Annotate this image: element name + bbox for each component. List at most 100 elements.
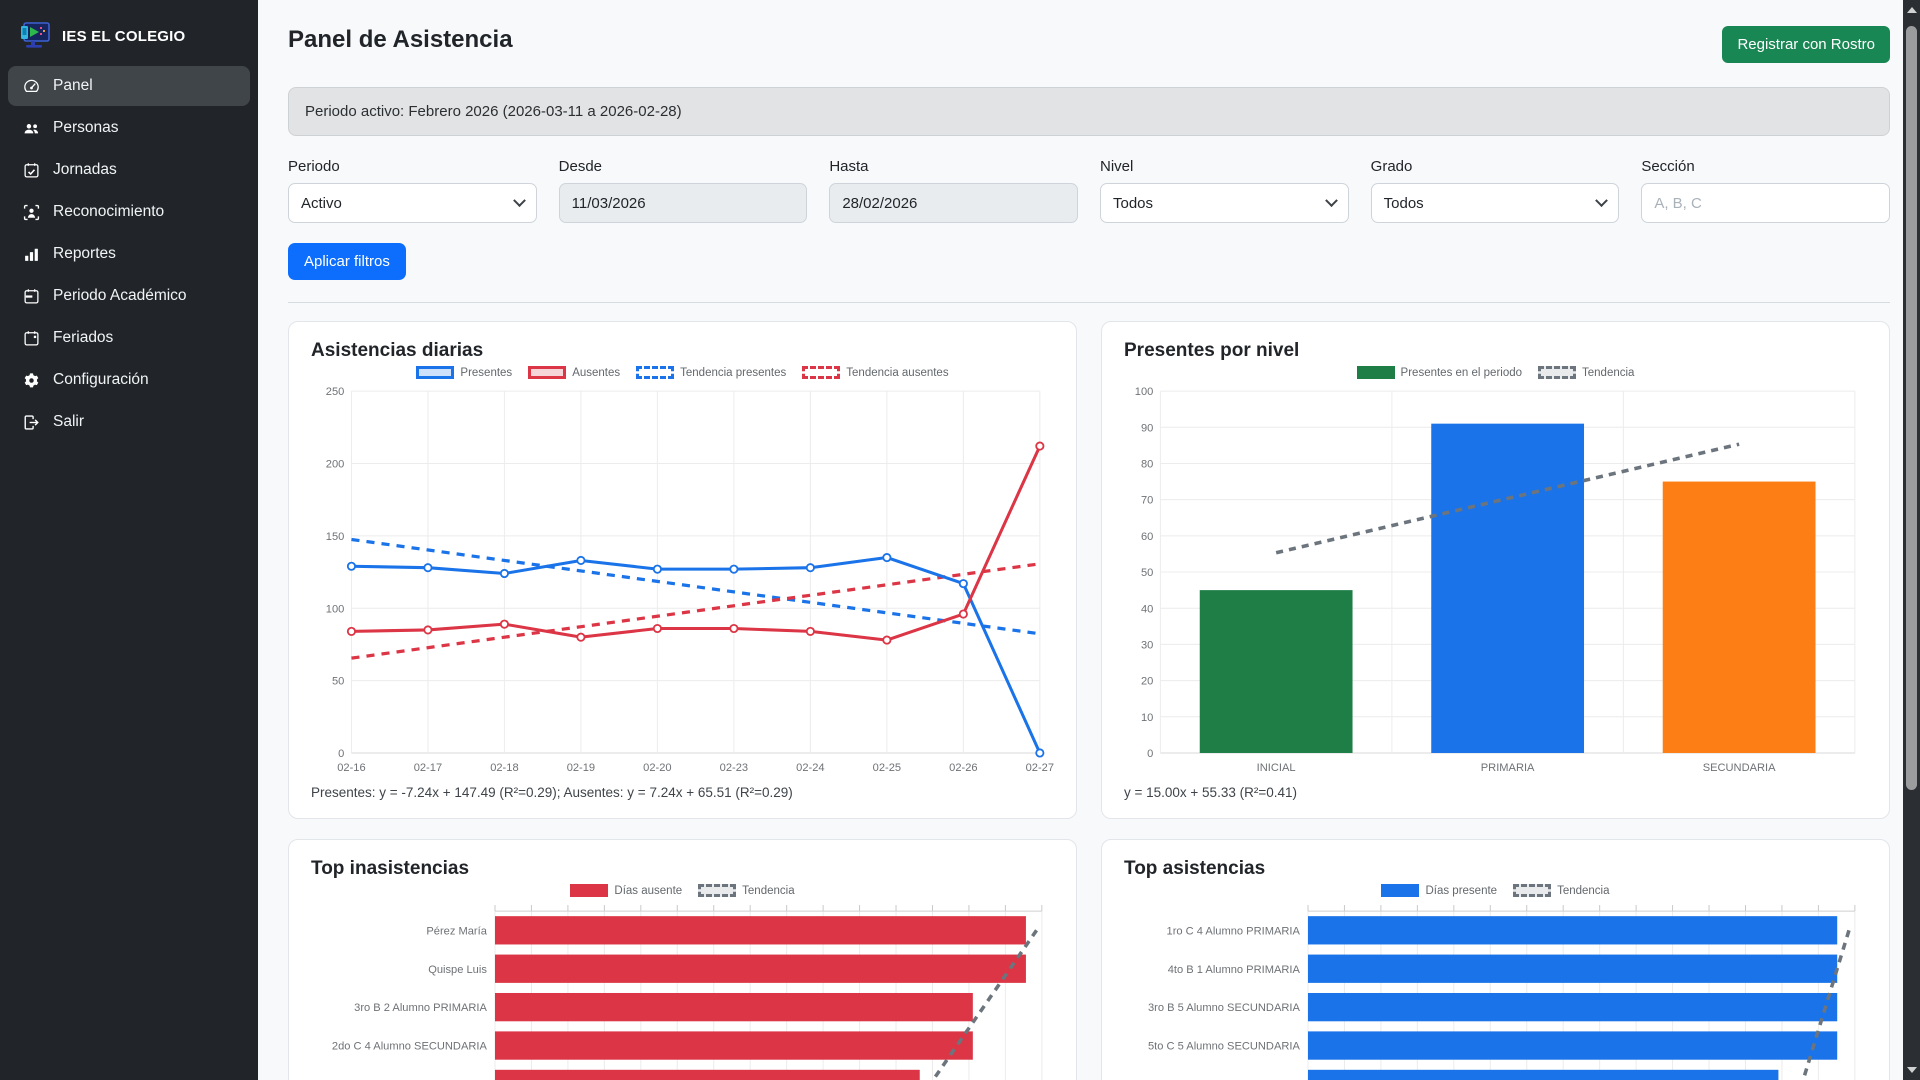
svg-text:40: 40 <box>1141 603 1153 615</box>
svg-text:02-16: 02-16 <box>337 762 365 774</box>
filter-desde: Desde <box>559 158 808 223</box>
scroll-down-arrow-icon[interactable] <box>1903 1062 1920 1078</box>
line-chart: 05010015020025002-1602-1702-1802-1902-20… <box>311 383 1054 779</box>
face-scan-icon <box>22 203 40 221</box>
chart-footer: Presentes: y = -7.24x + 147.49 (R²=0.29)… <box>311 785 1054 800</box>
legend-item: Tendencia <box>1513 884 1609 897</box>
svg-text:150: 150 <box>326 531 345 543</box>
svg-text:INICIAL: INICIAL <box>1257 762 1296 774</box>
people-icon <box>22 119 40 137</box>
gear-icon <box>22 371 40 389</box>
svg-text:60: 60 <box>1141 531 1153 543</box>
svg-text:70: 70 <box>1141 495 1153 507</box>
chart-legend: Días ausenteTendencia <box>311 884 1054 897</box>
svg-text:02-27: 02-27 <box>1026 762 1054 774</box>
svg-text:02-18: 02-18 <box>490 762 518 774</box>
svg-text:02-20: 02-20 <box>643 762 671 774</box>
legend-item: Días presente <box>1381 884 1497 897</box>
chevron-down-icon <box>1325 194 1338 207</box>
sidebar-item-jornadas[interactable]: Jornadas <box>8 150 250 190</box>
desde-input[interactable] <box>559 183 808 223</box>
sidebar-item-configuracion[interactable]: Configuración <box>8 360 250 400</box>
chart-legend: Días presente Tendencia <box>1124 884 1867 897</box>
charts-row-1: Asistencias diarias Presentes Ausentes Ten… <box>288 321 1890 819</box>
svg-text:2do C 4 Alumno SECUNDARIA: 2do C 4 Alumno SECUNDARIA <box>332 1041 488 1053</box>
filter-seccion: Sección <box>1641 158 1890 223</box>
svg-text:02-25: 02-25 <box>873 762 901 774</box>
register-face-button[interactable]: Registrar con Rostro <box>1722 26 1890 63</box>
chart-legend: Presentes en el periodo Tendencia <box>1124 366 1867 379</box>
sidebar-item-periodo-academico[interactable]: Periodo Académico <box>8 276 250 316</box>
sidebar-item-salir[interactable]: Salir <box>8 402 250 442</box>
desde-label: Desde <box>559 158 808 175</box>
grado-select[interactable]: Todos <box>1371 183 1620 223</box>
card-presentes-por-nivel: Presentes por nivel Presentes en el peri… <box>1101 321 1890 819</box>
chart-title: Top asistencias <box>1124 858 1867 880</box>
svg-text:100: 100 <box>1135 386 1154 398</box>
chevron-down-icon <box>513 194 526 207</box>
sidebar-item-panel[interactable]: Panel <box>8 66 250 106</box>
scroll-up-arrow-icon[interactable] <box>1903 2 1920 18</box>
svg-text:3ro B 2 Alumno PRIMARIA: 3ro B 2 Alumno PRIMARIA <box>354 1002 487 1014</box>
legend-item: Ausentes <box>528 366 620 379</box>
apply-filters-button[interactable]: Aplicar filtros <box>288 243 406 280</box>
svg-text:10: 10 <box>1141 712 1153 724</box>
svg-text:5to C 5 Alumno SECUNDARIA: 5to C 5 Alumno SECUNDARIA <box>1148 1041 1300 1053</box>
vertical-scrollbar[interactable] <box>1903 0 1920 1080</box>
sidebar-item-reconocimiento[interactable]: Reconocimiento <box>8 192 250 232</box>
hbar-chart: 1ro C 4 Alumno PRIMARIA 4to B 1 Alumno PR… <box>1124 901 1867 1080</box>
svg-text:80: 80 <box>1141 459 1153 471</box>
card-top-asistencias: Top asistencias Días presente Tendencia 1… <box>1101 839 1890 1080</box>
legend-item: Tendencia presentes <box>636 366 786 379</box>
divider <box>288 302 1890 303</box>
logout-icon <box>22 413 40 431</box>
svg-text:90: 90 <box>1141 422 1153 434</box>
hasta-input[interactable] <box>829 183 1078 223</box>
chart-title: Top inasistencias <box>311 858 1054 880</box>
svg-text:PRIMARIA: PRIMARIA <box>1481 762 1535 774</box>
nivel-select[interactable]: Todos <box>1100 183 1349 223</box>
sidebar-item-personas[interactable]: Personas <box>8 108 250 148</box>
brand-name: IES EL COLEGIO <box>62 28 185 45</box>
periodo-select[interactable]: Activo <box>288 183 537 223</box>
svg-text:4to B 1 Alumno PRIMARIA: 4to B 1 Alumno PRIMARIA <box>1168 964 1301 976</box>
svg-text:SECUNDARIA: SECUNDARIA <box>1703 762 1776 774</box>
svg-text:02-24: 02-24 <box>796 762 824 774</box>
legend-item: Tendencia <box>1538 366 1634 379</box>
sidebar-item-reportes[interactable]: Reportes <box>8 234 250 274</box>
legend-item: Presentes en el periodo <box>1357 366 1522 379</box>
svg-text:50: 50 <box>1141 567 1153 579</box>
svg-text:20: 20 <box>1141 676 1153 688</box>
filter-hasta: Hasta <box>829 158 1078 223</box>
chart-legend: Presentes Ausentes Tendencia presentes Tend… <box>311 366 1054 379</box>
calendar-check-icon <box>22 161 40 179</box>
svg-text:Quispe Luis: Quispe Luis <box>428 964 487 976</box>
periodo-label: Periodo <box>288 158 537 175</box>
svg-text:02-26: 02-26 <box>949 762 977 774</box>
filter-nivel: Nivel Todos <box>1100 158 1349 223</box>
legend-item: Días ausente <box>570 884 682 897</box>
sidebar-nav: PanelPersonasJornadasReconocimientoRepor… <box>8 66 250 442</box>
calendar-icon <box>22 329 40 347</box>
svg-text:3ro B 5 Alumno SECUNDARIA: 3ro B 5 Alumno SECUNDARIA <box>1148 1002 1300 1014</box>
calendar-range-icon <box>22 287 40 305</box>
scrollbar-thumb[interactable] <box>1906 26 1917 790</box>
chart-title: Presentes por nivel <box>1124 340 1867 362</box>
svg-text:02-19: 02-19 <box>567 762 595 774</box>
seccion-label: Sección <box>1641 158 1890 175</box>
chart-title: Asistencias diarias <box>311 340 1054 362</box>
charts-row-2: Top inasistencias Días ausenteTendencia … <box>288 839 1890 1080</box>
legend-item: Tendencia ausentes <box>802 366 948 379</box>
svg-text:0: 0 <box>338 748 344 760</box>
sidebar: IES EL COLEGIO PanelPersonasJornadasReco… <box>0 0 258 1080</box>
legend-item: Presentes <box>416 366 512 379</box>
nivel-label: Nivel <box>1100 158 1349 175</box>
speedometer-icon <box>22 77 40 95</box>
svg-text:1ro C 4 Alumno PRIMARIA: 1ro C 4 Alumno PRIMARIA <box>1167 926 1301 938</box>
school-monitor-logo-icon <box>18 22 50 50</box>
sidebar-item-feriados[interactable]: Feriados <box>8 318 250 358</box>
seccion-input[interactable] <box>1641 183 1890 223</box>
bar-chart-icon <box>22 245 40 263</box>
svg-text:250: 250 <box>326 386 345 398</box>
chart-footer: y = 15.00x + 55.33 (R²=0.41) <box>1124 785 1867 800</box>
